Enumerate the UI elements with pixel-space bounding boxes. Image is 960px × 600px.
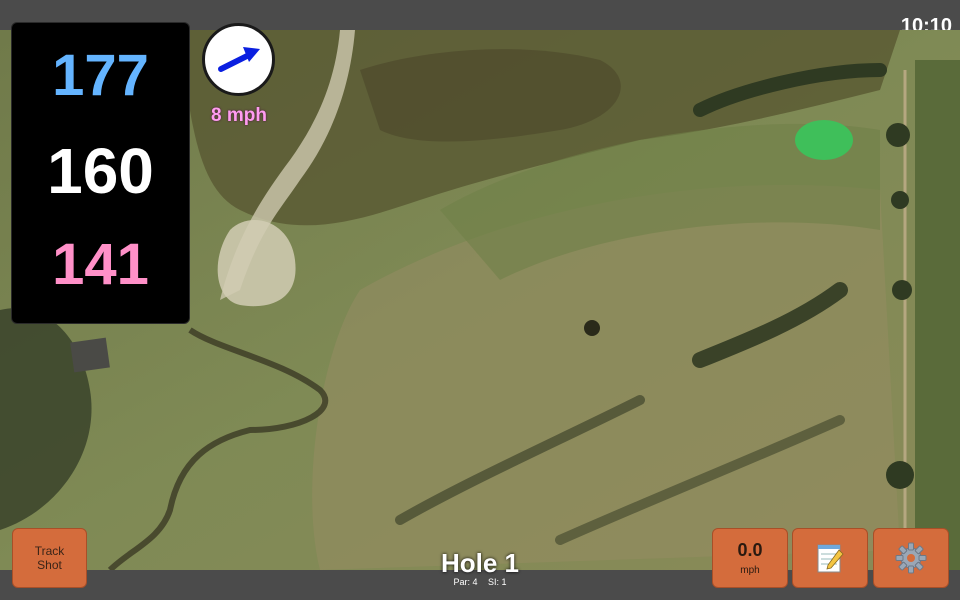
track-shot-label-1: Track <box>34 544 65 558</box>
track-shot-button[interactable]: Track Shot <box>12 528 87 588</box>
hole-title: Hole 1 <box>440 548 520 578</box>
middle-distance: 160 <box>47 135 154 207</box>
wind-arrow-icon <box>218 47 260 72</box>
settings-button[interactable] <box>873 528 949 588</box>
back-distance: 177 <box>52 43 149 108</box>
notes-button[interactable] <box>792 528 868 588</box>
wind-speed: 8 mph <box>211 105 267 126</box>
notepad-icon <box>817 544 844 573</box>
gear-icon <box>895 542 927 574</box>
putting-green <box>795 120 853 160</box>
speed-value: 0.0 <box>737 540 763 560</box>
hole-par: Par: 4 <box>453 577 478 587</box>
speed-button[interactable]: 0.0 mph <box>712 528 788 588</box>
hole-si: SI: 1 <box>488 577 507 587</box>
front-distance: 141 <box>52 232 149 297</box>
track-shot-label-2: Shot <box>37 558 62 572</box>
hole-info: Par: 4 SI: 1 <box>380 577 580 587</box>
speed-unit: mph <box>740 565 760 576</box>
wind-indicator <box>202 23 275 96</box>
distance-panel: 177 160 141 <box>11 22 190 324</box>
